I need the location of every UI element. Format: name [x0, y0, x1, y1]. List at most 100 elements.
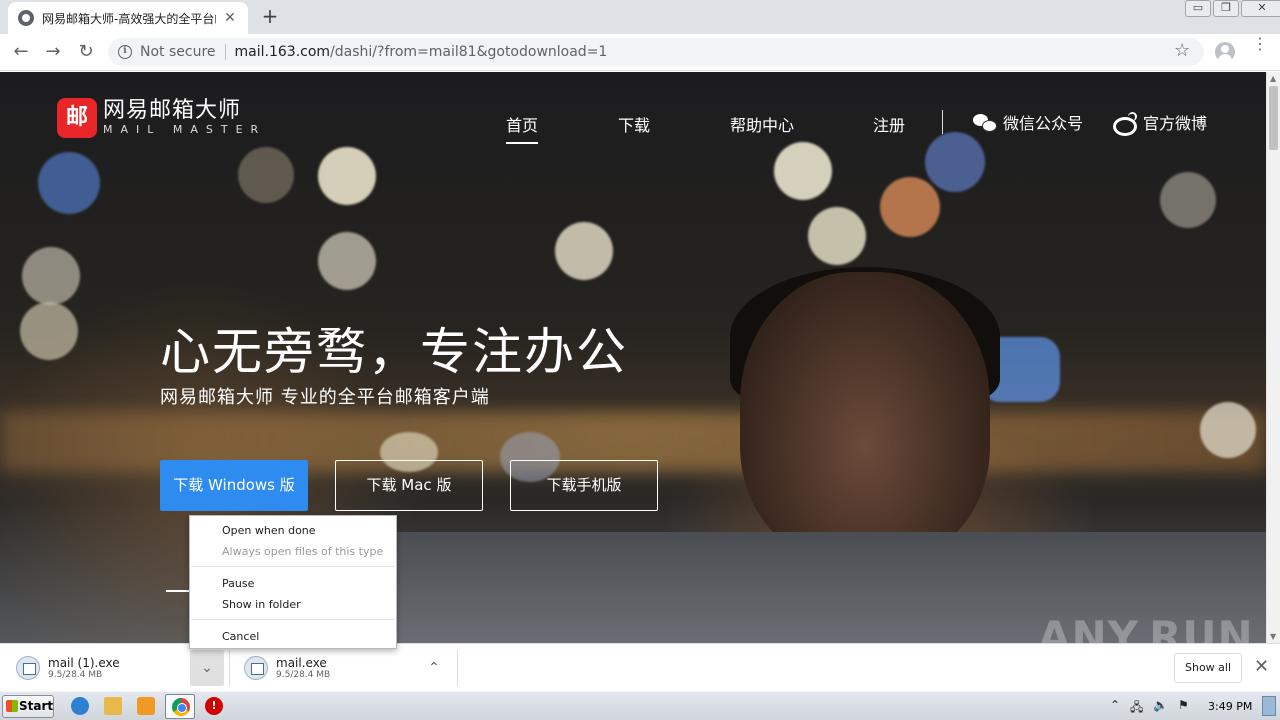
- menu-separator: [191, 619, 395, 620]
- network-icon[interactable]: 🖧: [1130, 698, 1143, 719]
- reload-icon[interactable]: ↻: [74, 40, 98, 64]
- browser-toolbar: ← → ↻ i Not secure mail.163.com /dashi/?…: [0, 34, 1280, 71]
- download-mobile-button[interactable]: 下载手机版: [510, 460, 658, 511]
- chevron-up-icon[interactable]: ⌃: [417, 650, 451, 686]
- tab-strip: 网易邮箱大师-高效强大的全平台邮箱客户端 ✕ + ▭ ❐ ✕: [0, 0, 1280, 34]
- wechat-icon: [973, 112, 997, 132]
- bookmark-star-icon[interactable]: ☆: [1174, 40, 1190, 61]
- internet-explorer-icon[interactable]: [71, 697, 89, 715]
- menu-show-in-folder[interactable]: Show in folder: [222, 598, 301, 611]
- clock[interactable]: 3:49 PM: [1208, 700, 1252, 713]
- show-desktop-button[interactable]: [1262, 696, 1276, 716]
- wechat-label: 微信公众号: [1003, 114, 1084, 133]
- bokeh-light: [238, 147, 294, 203]
- window-controls: ▭ ❐ ✕: [1183, 0, 1280, 17]
- start-button[interactable]: Start: [2, 695, 54, 718]
- download-filename: mail.exe: [276, 655, 327, 670]
- hero-title: 心无旁骛，专注办公: [160, 323, 628, 381]
- bokeh-light: [20, 302, 78, 360]
- download-context-menu: Open when done Always open files of this…: [189, 515, 397, 649]
- person-face: [740, 272, 990, 562]
- hero-subtitle: 网易邮箱大师 专业的全平台邮箱客户端: [160, 387, 490, 408]
- windows-taskbar: Start ! ⌃ 🖧 🔈 ⚑ 3:49 PM: [0, 691, 1280, 720]
- scroll-up-icon[interactable]: ▲: [1270, 74, 1276, 83]
- nav-register[interactable]: 注册: [873, 112, 905, 136]
- chrome-taskbar-button[interactable]: [165, 694, 195, 719]
- bokeh-light: [808, 207, 866, 265]
- nav-home[interactable]: 首页: [506, 112, 539, 144]
- volume-icon[interactable]: 🔈: [1153, 698, 1168, 712]
- menu-pause[interactable]: Pause: [222, 577, 254, 590]
- screen: 网易邮箱大师-高效强大的全平台邮箱客户端 ✕ + ▭ ❐ ✕ ← → ↻ i N…: [0, 0, 1280, 720]
- shelf-divider: [457, 650, 458, 686]
- wechat-link[interactable]: 微信公众号: [973, 110, 1083, 134]
- weibo-label: 官方微博: [1143, 114, 1208, 133]
- tab-close-icon[interactable]: ✕: [222, 10, 238, 26]
- bokeh-light: [1200, 402, 1256, 458]
- shelf-close-icon[interactable]: ✕: [1254, 656, 1269, 677]
- weibo-link[interactable]: 官方微博: [1113, 110, 1208, 136]
- nav-download[interactable]: 下载: [618, 112, 650, 136]
- nav-help-center[interactable]: 帮助中心: [730, 112, 794, 136]
- logo-english: MAIL MASTER: [103, 123, 267, 136]
- download-progress: 9.5/28.4 MB: [276, 669, 331, 680]
- weibo-icon: [1113, 112, 1137, 136]
- download-windows-button[interactable]: 下载 Windows 版: [160, 460, 308, 511]
- bokeh-light: [555, 222, 613, 280]
- logo-text: 网易邮箱大师 MAIL MASTER: [103, 99, 266, 137]
- address-separator: [224, 44, 226, 60]
- shelf-divider: [229, 650, 230, 686]
- new-tab-button[interactable]: +: [258, 5, 282, 29]
- anyrun-watermark: ANY.RUN: [1038, 612, 1254, 643]
- close-window-button[interactable]: ✕: [1241, 0, 1280, 17]
- bokeh-light: [1160, 172, 1216, 228]
- globe-icon: [18, 10, 34, 26]
- menu-cancel[interactable]: Cancel: [222, 630, 259, 643]
- show-all-button[interactable]: Show all: [1174, 653, 1242, 683]
- info-icon[interactable]: i: [118, 45, 132, 59]
- slide-indicator[interactable]: [166, 590, 190, 592]
- site-logo[interactable]: 邮 网易邮箱大师 MAIL MASTER: [57, 98, 266, 138]
- bokeh-light: [774, 142, 832, 200]
- scrollbar-thumb[interactable]: [1269, 86, 1278, 150]
- security-label: Not secure: [140, 44, 216, 60]
- media-player-icon[interactable]: [137, 697, 155, 715]
- logo-mark: 邮: [57, 98, 97, 138]
- forward-arrow-icon[interactable]: →: [41, 40, 65, 64]
- address-bar[interactable]: i Not secure mail.163.com /dashi/?from=m…: [108, 38, 1204, 66]
- bokeh-light: [318, 147, 376, 205]
- flag-icon[interactable]: ⚑: [1178, 698, 1189, 712]
- download-filename: mail (1).exe: [48, 655, 120, 670]
- logo-chinese: 网易邮箱大师: [103, 98, 242, 123]
- profile-avatar-icon[interactable]: [1215, 42, 1235, 62]
- restore-button[interactable]: ❐: [1213, 0, 1239, 17]
- nav-divider: [942, 110, 943, 134]
- folder-icon[interactable]: [104, 697, 122, 715]
- download-shelf: mail (1).exe 9.5/28.4 MB ⌄ mail.exe 9.5/…: [0, 643, 1280, 691]
- download-mac-button[interactable]: 下载 Mac 版: [335, 460, 483, 511]
- kebab-menu-icon[interactable]: ⋮: [1252, 36, 1268, 52]
- tab-title: 网易邮箱大师-高效强大的全平台邮箱客户端: [42, 11, 216, 26]
- back-arrow-icon[interactable]: ←: [9, 40, 33, 64]
- exe-file-icon: [244, 656, 268, 680]
- page-scrollbar[interactable]: ▲ ▼: [1266, 72, 1280, 643]
- download-item[interactable]: mail.exe 9.5/28.4 MB: [244, 644, 330, 692]
- bokeh-light: [38, 152, 100, 214]
- stop-icon[interactable]: !: [205, 697, 223, 715]
- chrome-icon: [172, 698, 190, 716]
- download-item[interactable]: mail (1).exe 9.5/28.4 MB: [16, 644, 120, 692]
- browser-tab[interactable]: 网易邮箱大师-高效强大的全平台邮箱客户端 ✕: [8, 2, 248, 34]
- chevron-down-icon[interactable]: ⌄: [190, 650, 224, 686]
- tray-expand-icon[interactable]: ⌃: [1110, 698, 1120, 712]
- scroll-down-icon[interactable]: ▼: [1270, 632, 1276, 641]
- url-host: mail.163.com: [234, 44, 331, 60]
- menu-open-when-done[interactable]: Open when done: [222, 524, 316, 537]
- minimize-button[interactable]: ▭: [1185, 0, 1211, 17]
- url-path: /dashi/?from=mail81&gotodownload=1: [330, 44, 608, 60]
- menu-separator: [191, 566, 395, 567]
- bokeh-light: [880, 177, 940, 237]
- menu-always-open: Always open files of this type: [222, 545, 384, 558]
- bokeh-light: [925, 132, 985, 192]
- exe-file-icon: [16, 656, 40, 680]
- bokeh-light: [22, 247, 80, 305]
